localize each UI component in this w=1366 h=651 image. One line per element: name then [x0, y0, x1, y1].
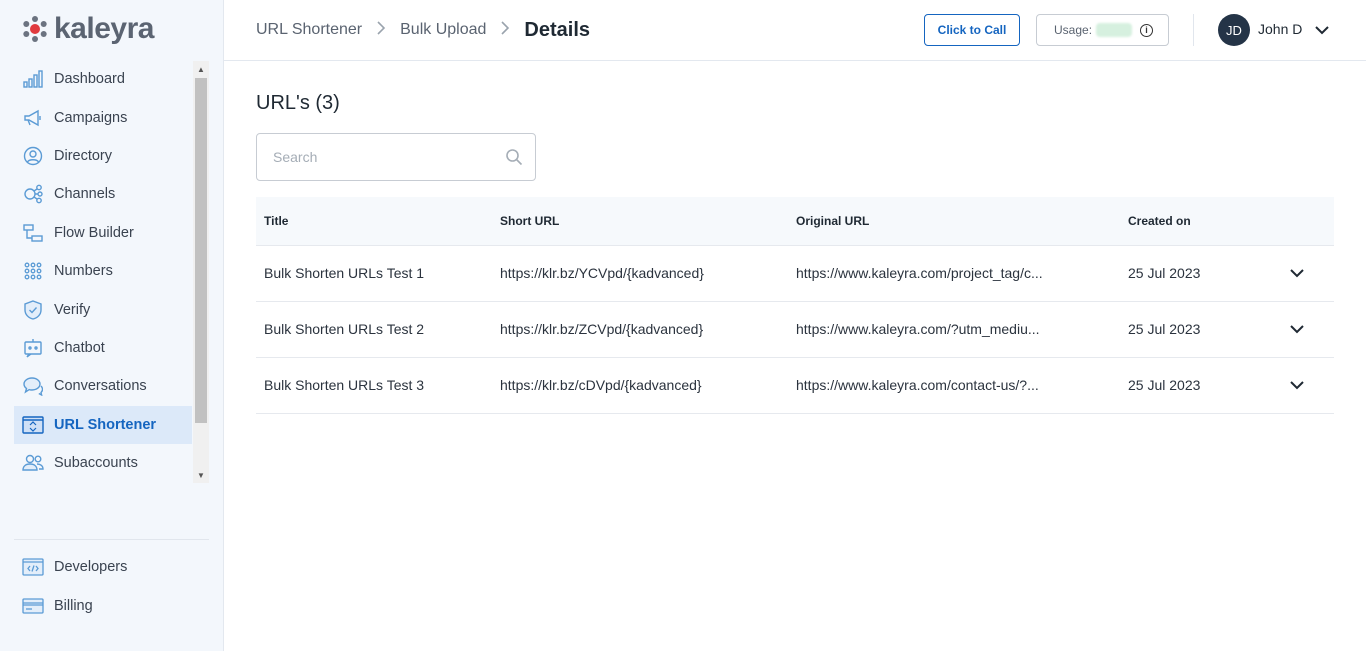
cell-created-on: 25 Jul 2023 [1120, 357, 1280, 414]
column-header-created-on: Created on [1120, 197, 1280, 246]
sidebar-item-label: Channels [54, 186, 116, 203]
user-name[interactable]: John D [1258, 21, 1302, 37]
table-row[interactable]: Bulk Shorten URLs Test 1 https://klr.bz/… [256, 245, 1334, 302]
scroll-up-arrow-icon[interactable]: ▲ [193, 61, 209, 77]
sidebar-divider [14, 539, 209, 540]
scroll-down-arrow-icon[interactable]: ▼ [193, 467, 209, 483]
megaphone-icon [22, 107, 44, 129]
urls-heading: URL's (3) [256, 92, 340, 114]
cell-original-url: https://www.kaleyra.com/contact-us/?... [788, 357, 1120, 414]
cell-expand [1280, 357, 1334, 414]
sidebar-item-label: Developers [54, 559, 128, 576]
sidebar-item-campaigns[interactable]: Campaigns [14, 98, 192, 136]
sidebar-item-numbers[interactable]: Numbers [14, 252, 192, 290]
page-title: Details [524, 18, 590, 41]
sidebar-item-chatbot[interactable]: Chatbot [14, 329, 192, 367]
sidebar-item-label: Subaccounts [54, 455, 138, 472]
cell-short-url: https://klr.bz/YCVpd/{kadvanced} [492, 245, 788, 302]
sidebar-item-flow-builder[interactable]: Flow Builder [14, 214, 192, 252]
sidebar-scrollbar[interactable]: ▲ ▼ [193, 61, 209, 483]
cell-title: Bulk Shorten URLs Test 1 [256, 245, 492, 302]
breadcrumb-bulk-upload[interactable]: Bulk Upload [400, 21, 486, 39]
cell-title: Bulk Shorten URLs Test 3 [256, 357, 492, 414]
cell-original-url: https://www.kaleyra.com/?utm_mediu... [788, 301, 1120, 358]
cell-short-url: https://klr.bz/cDVpd/{kadvanced} [492, 357, 788, 414]
sidebar: kaleyra Dashboard Campaigns Directory Ch… [0, 0, 224, 651]
bar-chart-icon [22, 68, 44, 90]
cell-title: Bulk Shorten URLs Test 2 [256, 301, 492, 358]
search-icon[interactable] [505, 148, 523, 166]
breadcrumb: URL Shortener Bulk Upload Details [256, 0, 590, 60]
sidebar-item-label: Campaigns [54, 109, 128, 126]
search-input[interactable] [258, 135, 488, 179]
kaleyra-logo[interactable]: kaleyra [22, 12, 154, 46]
sidebar-item-label: Dashboard [54, 71, 125, 88]
usage-label: Usage: [1054, 23, 1093, 37]
search-box[interactable] [256, 133, 536, 181]
column-header-original-url: Original URL [788, 197, 1120, 246]
sidebar-item-conversations[interactable]: Conversations [14, 367, 192, 405]
column-header-short-url: Short URL [492, 197, 788, 246]
sidebar-item-url-shortener[interactable]: URL Shortener [14, 405, 192, 444]
chevron-right-icon [376, 20, 386, 40]
link-icon [22, 414, 44, 436]
chevron-down-icon[interactable] [1314, 22, 1330, 38]
dial-pad-icon [22, 260, 44, 282]
sidebar-item-developers[interactable]: Developers [14, 548, 209, 586]
urls-table: Title Short URL Original URL Created on … [256, 197, 1334, 414]
table-row[interactable]: Bulk Shorten URLs Test 2 https://klr.bz/… [256, 301, 1334, 358]
breadcrumb-url-shortener[interactable]: URL Shortener [256, 21, 362, 39]
credit-card-icon [22, 595, 44, 617]
chevron-down-icon[interactable] [1288, 376, 1306, 394]
usage-value-blurred [1096, 23, 1133, 37]
cell-short-url: https://klr.bz/ZCVpd/{kadvanced} [492, 301, 788, 358]
top-header: URL Shortener Bulk Upload Details Click … [224, 0, 1366, 61]
sidebar-item-label: Numbers [54, 263, 113, 280]
sidebar-item-label: Flow Builder [54, 224, 134, 241]
info-icon[interactable]: i [1140, 23, 1154, 37]
sidebar-item-subaccounts[interactable]: Subaccounts [14, 444, 192, 482]
chevron-down-icon[interactable] [1288, 264, 1306, 282]
sidebar-item-label: Billing [54, 597, 93, 614]
user-circle-icon [22, 145, 44, 167]
sidebar-item-channels[interactable]: Channels [14, 175, 192, 213]
kaleyra-logo-mark-icon [23, 16, 47, 42]
table-header-row: Title Short URL Original URL Created on [256, 197, 1334, 246]
scrollbar-thumb[interactable] [195, 78, 207, 423]
column-header-expand [1280, 197, 1334, 246]
sidebar-item-dashboard[interactable]: Dashboard [14, 60, 192, 98]
code-icon [22, 556, 44, 578]
table-row[interactable]: Bulk Shorten URLs Test 3 https://klr.bz/… [256, 357, 1334, 414]
sidebar-item-label: Directory [54, 147, 113, 164]
sidebar-item-verify[interactable]: Verify [14, 290, 192, 328]
sidebar-item-label: Chatbot [54, 339, 105, 356]
cell-original-url: https://www.kaleyra.com/project_tag/c... [788, 245, 1120, 302]
chat-bubbles-icon [22, 375, 44, 397]
cell-expand [1280, 301, 1334, 358]
sidebar-item-label: Conversations [54, 378, 147, 395]
chevron-down-icon[interactable] [1288, 320, 1306, 338]
sidebar-item-label: URL Shortener [54, 416, 157, 433]
channels-icon [22, 183, 44, 205]
cell-created-on: 25 Jul 2023 [1120, 245, 1280, 302]
sidebar-item-label: Verify [54, 301, 91, 318]
cell-expand [1280, 245, 1334, 302]
sidebar-item-billing[interactable]: Billing [14, 586, 209, 624]
cell-created-on: 25 Jul 2023 [1120, 301, 1280, 358]
shield-check-icon [22, 299, 44, 321]
avatar[interactable]: JD [1218, 14, 1250, 46]
click-to-call-button[interactable]: Click to Call [924, 14, 1020, 46]
usage-indicator[interactable]: Usage: i [1036, 14, 1169, 46]
sidebar-nav: Dashboard Campaigns Directory Channels F… [14, 60, 192, 482]
sidebar-bottom-nav: Developers Billing [14, 548, 209, 625]
chevron-right-icon [500, 20, 510, 40]
header-divider [1193, 14, 1194, 46]
flow-builder-icon [22, 222, 44, 244]
users-icon [22, 452, 44, 474]
chatbot-icon [22, 337, 44, 359]
column-header-title: Title [256, 197, 492, 246]
brand-name: kaleyra [54, 12, 154, 45]
sidebar-item-directory[interactable]: Directory [14, 137, 192, 175]
